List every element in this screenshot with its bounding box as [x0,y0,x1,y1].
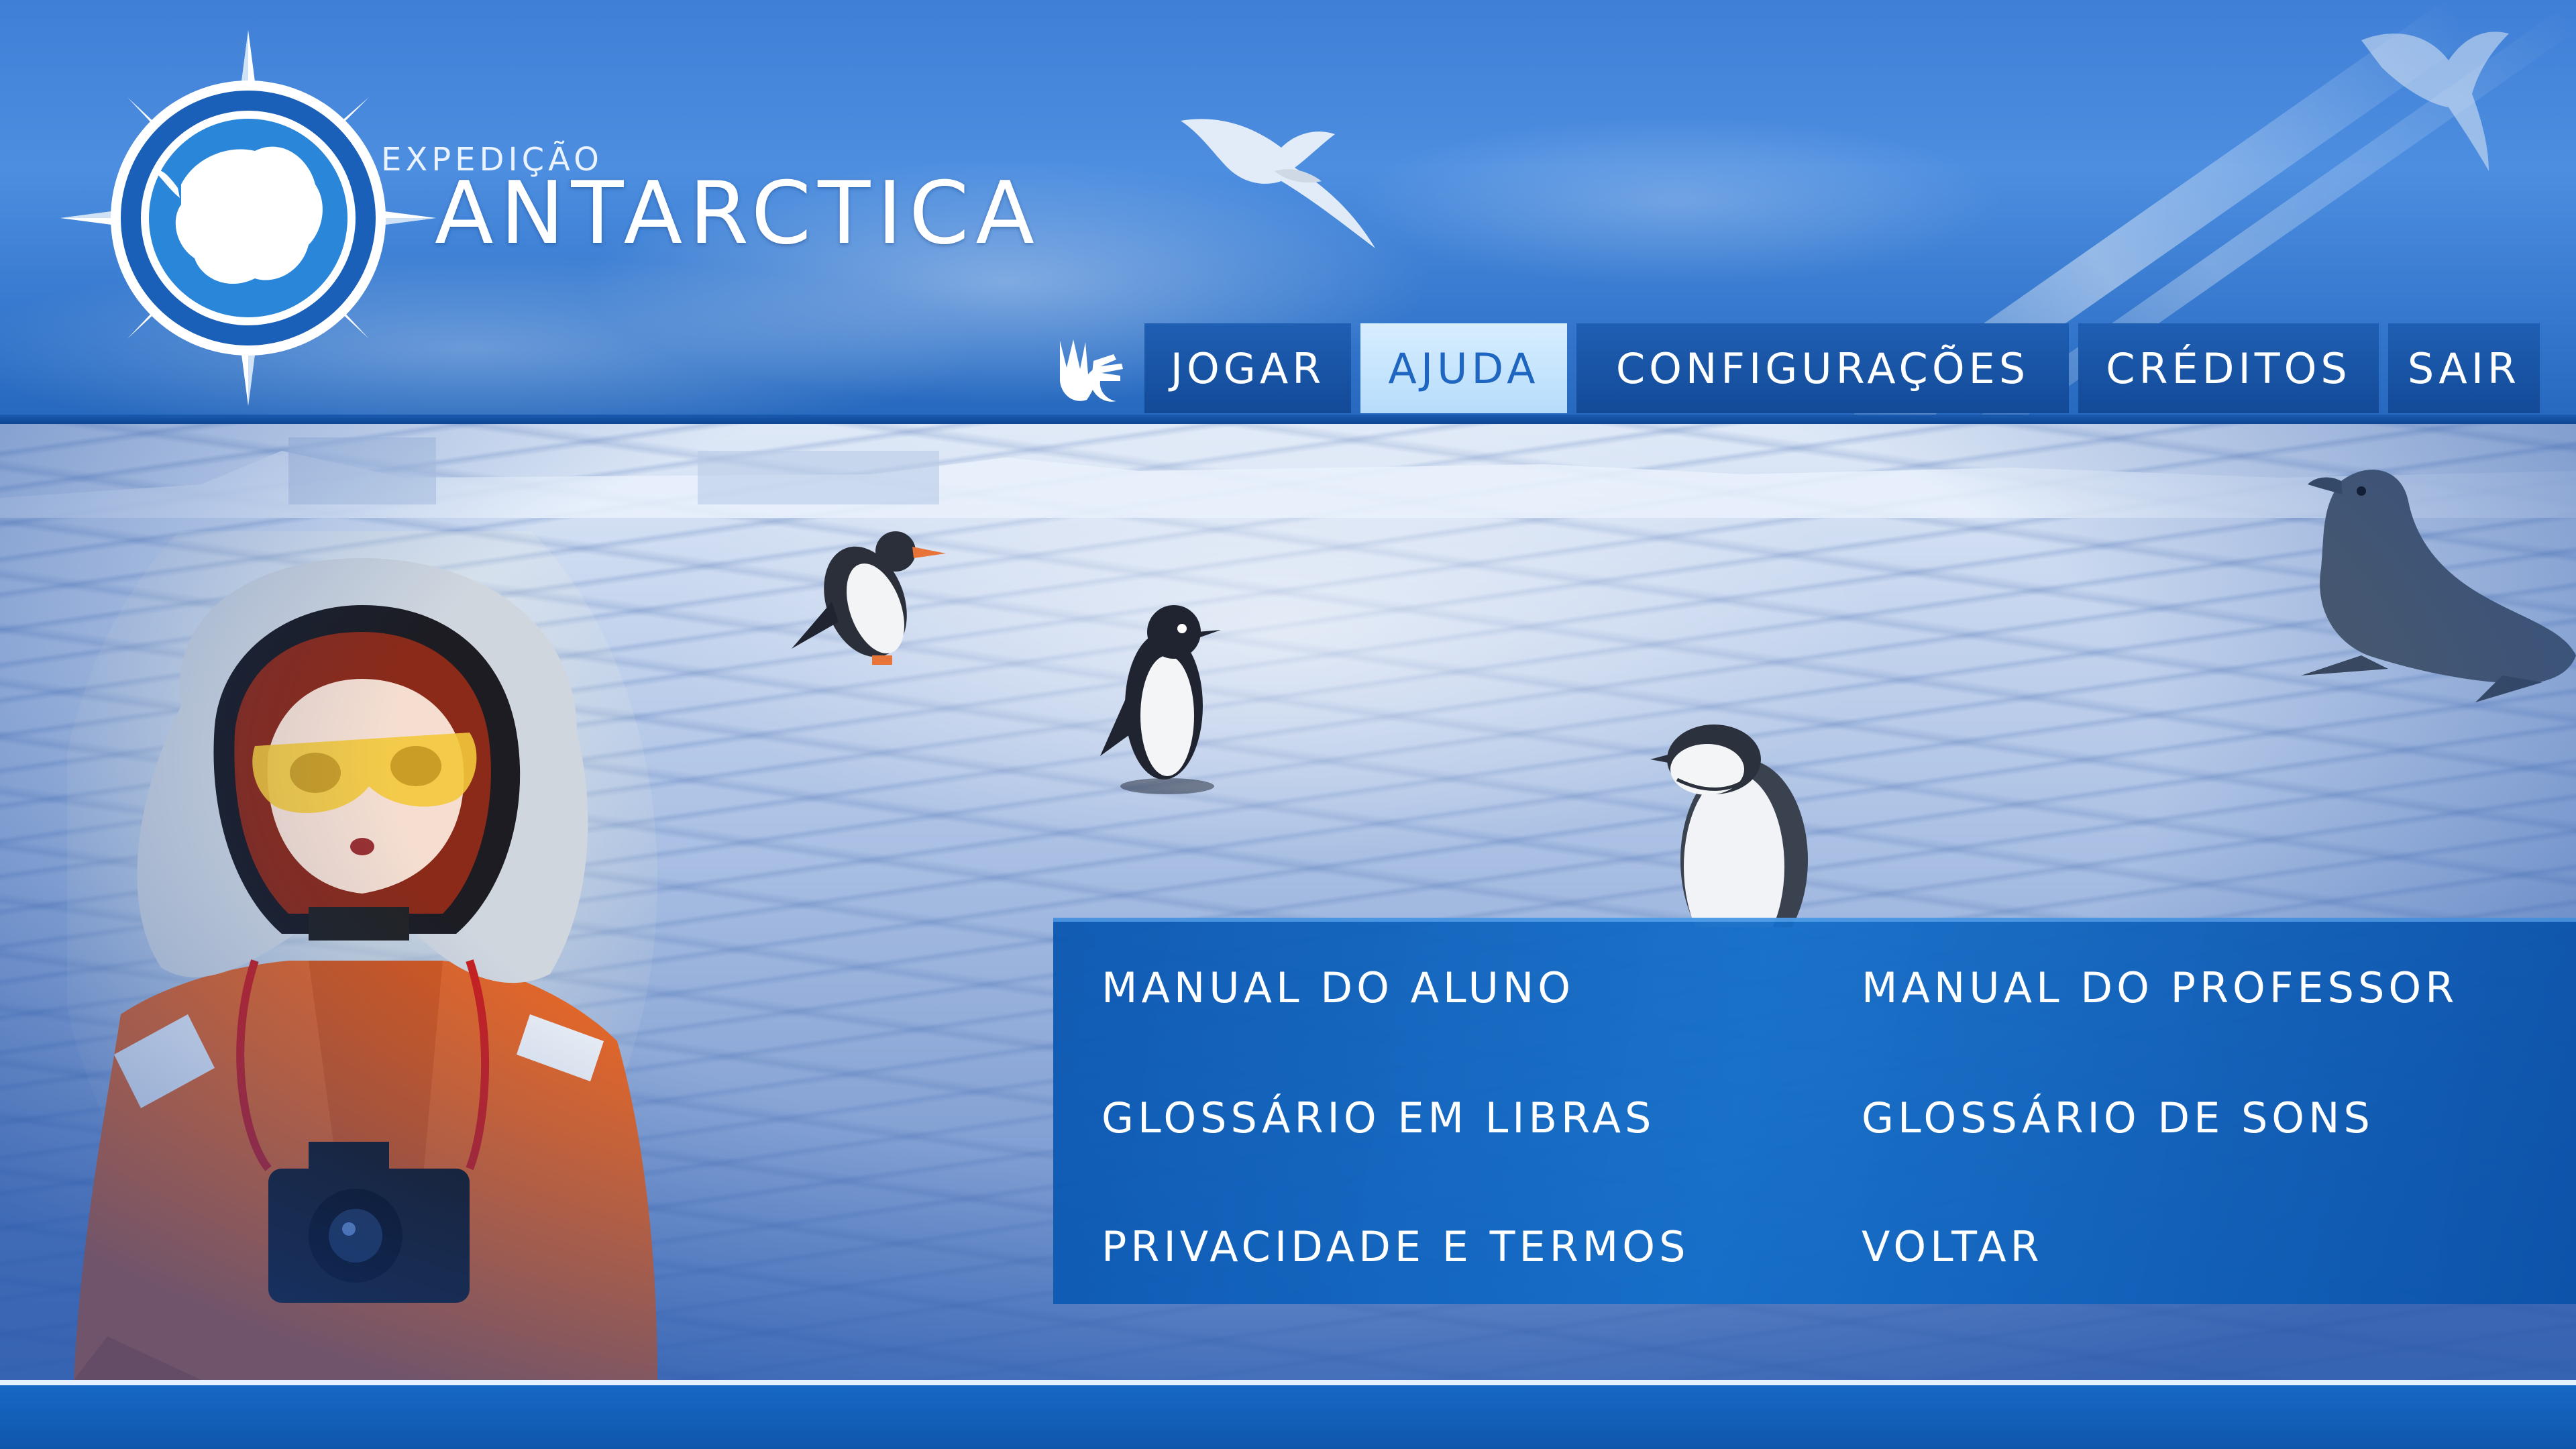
header-divider [0,415,2576,424]
manual-aluno-link[interactable]: MANUAL DO ALUNO [1102,963,1574,1012]
sign-language-hands-icon[interactable] [1046,327,1134,408]
glossario-libras-link[interactable]: GLOSSÁRIO EM LIBRAS [1102,1093,1655,1142]
help-menu-panel: MANUAL DO ALUNO MANUAL DO PROFESSOR GLOS… [1053,918,2576,1304]
glossario-sons-link[interactable]: GLOSSÁRIO DE SONS [1862,1093,2374,1142]
logo-title: ANTARCTICA [435,164,1041,264]
footer-bar [0,1385,2576,1449]
voltar-button[interactable]: VOLTAR [1862,1222,2043,1271]
expedicao-antarctica-logo [60,30,436,406]
nav-sair-button[interactable]: SAIR [2388,323,2540,413]
manual-professor-link[interactable]: MANUAL DO PROFESSOR [1862,963,2458,1012]
privacidade-termos-link[interactable]: PRIVACIDADE E TERMOS [1102,1222,1689,1271]
nav-creditos-button[interactable]: CRÉDITOS [2078,323,2379,413]
footer-divider [0,1380,2576,1385]
nav-jogar-button[interactable]: JOGAR [1144,323,1351,413]
main-nav: JOGAR AJUDA CONFIGURAÇÕES CRÉDITOS SAIR [1144,323,2540,413]
header-sky: EXPEDIÇÃO ANTARCTICA JOGAR AJUDA CONFIGU… [0,0,2576,419]
nav-configuracoes-button[interactable]: CONFIGURAÇÕES [1576,323,2069,413]
albatross-bird-image [1181,119,1375,248]
albatross-bird-image [2361,32,2509,172]
nav-ajuda-button[interactable]: AJUDA [1360,323,1567,413]
